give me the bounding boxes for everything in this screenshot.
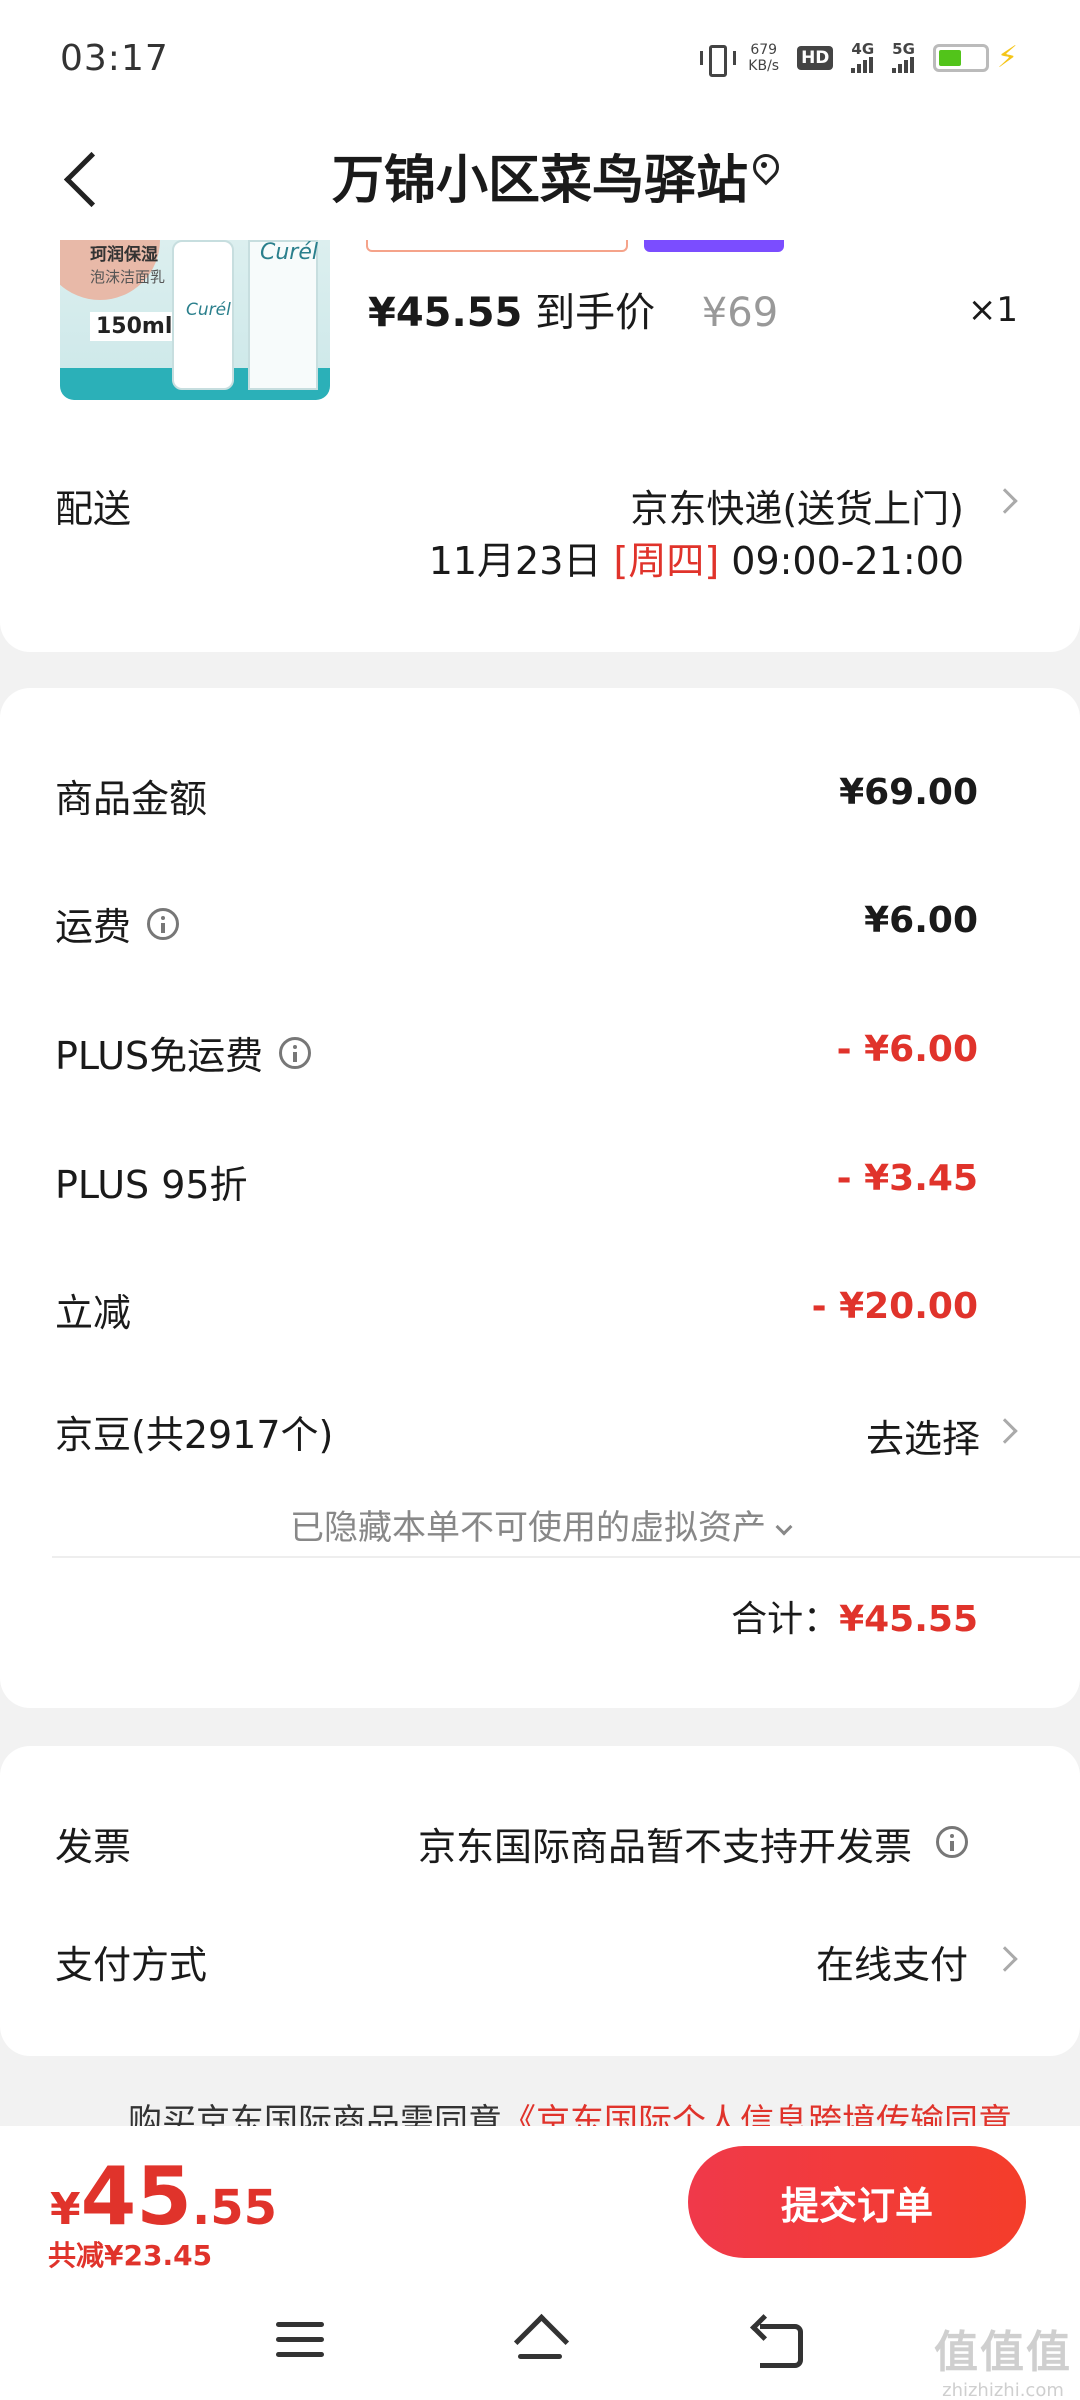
- shipping-value: ¥6.00: [864, 900, 978, 941]
- status-icons: 679 KB/s HD 4G 5G ⚡: [700, 40, 1018, 77]
- thumbnail-subtitle: 泡沫洁面乳: [90, 268, 166, 286]
- signal-5g-label: 5G: [892, 40, 915, 58]
- pay-total-currency: ¥: [50, 2184, 81, 2235]
- pay-total: ¥45.55: [50, 2150, 277, 2243]
- jd-beans-label: 京豆(共2917个): [55, 1413, 334, 1457]
- goods-amount-value: ¥69.00: [839, 772, 978, 813]
- plus-discount-value: - ¥3.45: [836, 1158, 978, 1199]
- plus-free-shipping-label-text: PLUS免运费: [55, 1034, 264, 1078]
- promo-tags: [366, 240, 786, 254]
- product-thumbnail[interactable]: 珂润保湿 泡沫洁面乳 150ml Curél Curél: [60, 240, 330, 400]
- thumbnail-volume: 150ml: [90, 312, 179, 341]
- price-label: 到手价: [535, 290, 656, 336]
- invoice-label: 发票: [55, 1825, 132, 1869]
- signal-4g-icon: 4G: [851, 42, 874, 73]
- delivery-method[interactable]: 京东快递(送货上门): [630, 478, 964, 533]
- pay-total-integer: 45: [80, 2150, 192, 2243]
- payment-method-label: 支付方式: [55, 1943, 208, 1987]
- box-brand: Curél: [260, 240, 318, 265]
- signal-4g-label: 4G: [851, 40, 875, 58]
- submit-order-button[interactable]: 提交订单: [688, 2146, 1026, 2258]
- bottle-brand: Curél: [186, 300, 231, 320]
- instant-discount-value: - ¥20.00: [811, 1286, 978, 1327]
- total-label: 合计：: [731, 1599, 840, 1640]
- hidden-assets-text: 已隐藏本单不可使用的虚拟资产: [290, 1508, 766, 1548]
- price-original: ¥69: [701, 290, 779, 336]
- instant-discount-row: 立减 - ¥20.00: [0, 1282, 1080, 1342]
- plus-discount-row: PLUS 95折 - ¥3.45: [0, 1154, 1080, 1214]
- battery-icon: [932, 43, 989, 72]
- signal-bars-icon: [851, 57, 874, 73]
- cross-border-agreement: 购买京东国际商品需同意《京东国际个人信息跨境传输同意: [0, 2100, 1080, 2128]
- agreement-link[interactable]: 《京东国际个人信息跨境传输同意: [502, 2102, 1012, 2128]
- location-pin-icon[interactable]: [751, 154, 779, 188]
- pay-total-decimal: .55: [191, 2180, 277, 2236]
- delivery-chevron-right-icon[interactable]: [992, 488, 1018, 514]
- total-value: ¥45.55: [839, 1599, 978, 1640]
- invoice-info-icon[interactable]: [936, 1826, 968, 1858]
- shipping-label: 运费: [55, 896, 180, 951]
- page-header: 万锦小区菜鸟驿站: [0, 120, 1080, 240]
- watermark-logo: 值值值: [934, 2327, 1072, 2378]
- order-total: 合计：¥45.55: [731, 1590, 978, 1642]
- signal-bars-icon: [892, 57, 915, 73]
- home-icon[interactable]: [512, 2316, 568, 2366]
- jd-beans-chevron-right-icon[interactable]: [992, 1418, 1018, 1444]
- plus-free-shipping-row: PLUS免运费 - ¥6.00: [0, 1025, 1080, 1085]
- shipping-label-text: 运费: [55, 905, 132, 949]
- network-speed: 679 KB/s: [748, 42, 779, 74]
- goods-amount-label: 商品金额: [55, 777, 208, 821]
- hd-icon: HD: [797, 45, 834, 70]
- menu-icon[interactable]: [276, 2322, 324, 2362]
- payment-method-value[interactable]: 在线支付: [816, 1934, 968, 1989]
- network-speed-value: 679: [750, 41, 778, 58]
- product-quantity: ×1: [967, 290, 1018, 330]
- order-item-card: 珂润保湿 泡沫洁面乳 150ml Curél Curél ¥45.55 到手价 …: [0, 240, 1080, 652]
- invoice-payment-card: [0, 1746, 1080, 2056]
- total-saved: 共减¥23.45: [48, 2239, 213, 2272]
- signal-5g-icon: 5G: [892, 42, 915, 73]
- thumbnail-title: 珂润保湿: [90, 245, 158, 265]
- shipping-info-icon[interactable]: [147, 907, 180, 940]
- chevron-down-icon: [775, 1518, 793, 1536]
- price-now: ¥45.55: [368, 290, 523, 336]
- delivery-date: 11月23日: [428, 539, 602, 583]
- network-speed-unit: KB/s: [748, 57, 780, 74]
- delivery-time[interactable]: 11月23日 [周四] 09:00-21:00: [429, 530, 964, 585]
- jd-beans-select[interactable]: 去选择: [866, 1408, 980, 1463]
- status-bar: 03:17 679 KB/s HD 4G 5G ⚡: [0, 0, 1080, 120]
- return-icon[interactable]: [754, 2318, 804, 2368]
- page-title: 万锦小区菜鸟驿站: [331, 151, 748, 211]
- agreement-prefix: 购买京东国际商品需同意: [128, 2102, 502, 2128]
- charging-icon: ⚡: [996, 40, 1018, 75]
- delivery-label: 配送: [55, 487, 132, 531]
- system-nav-bar: [0, 2290, 1080, 2400]
- plus-free-shipping-label: PLUS免运费: [55, 1025, 312, 1080]
- watermark-url: zhizhizhi.com: [942, 2380, 1064, 2400]
- promo-tag: [366, 240, 628, 252]
- divider: [52, 1556, 1080, 1558]
- plus-free-shipping-value: - ¥6.00: [836, 1029, 978, 1070]
- plus-tag: [644, 240, 784, 252]
- product-price: ¥45.55 到手价 ¥69: [368, 280, 778, 338]
- status-time: 03:17: [60, 38, 169, 79]
- plus-info-icon[interactable]: [279, 1036, 312, 1069]
- delivery-window: 09:00-21:00: [731, 539, 964, 583]
- jd-beans-row[interactable]: 京豆(共2917个) 去选择: [0, 1404, 1080, 1464]
- plus-discount-label: PLUS 95折: [55, 1163, 248, 1207]
- watermark: 值值值 zhizhizhi.com: [934, 2316, 1072, 2400]
- checkout-bar: ¥45.55 共减¥23.45 提交订单: [0, 2126, 1080, 2290]
- hidden-assets-toggle[interactable]: 已隐藏本单不可使用的虚拟资产: [0, 1500, 1080, 1549]
- vibrate-icon: [700, 43, 737, 77]
- goods-amount-row: 商品金额 ¥69.00: [0, 768, 1080, 828]
- invoice-value: 京东国际商品暂不支持开发票: [417, 1825, 912, 1869]
- instant-discount-label: 立减: [55, 1291, 132, 1335]
- delivery-weekday: [周四]: [613, 539, 720, 583]
- shipping-row: 运费 ¥6.00: [0, 896, 1080, 956]
